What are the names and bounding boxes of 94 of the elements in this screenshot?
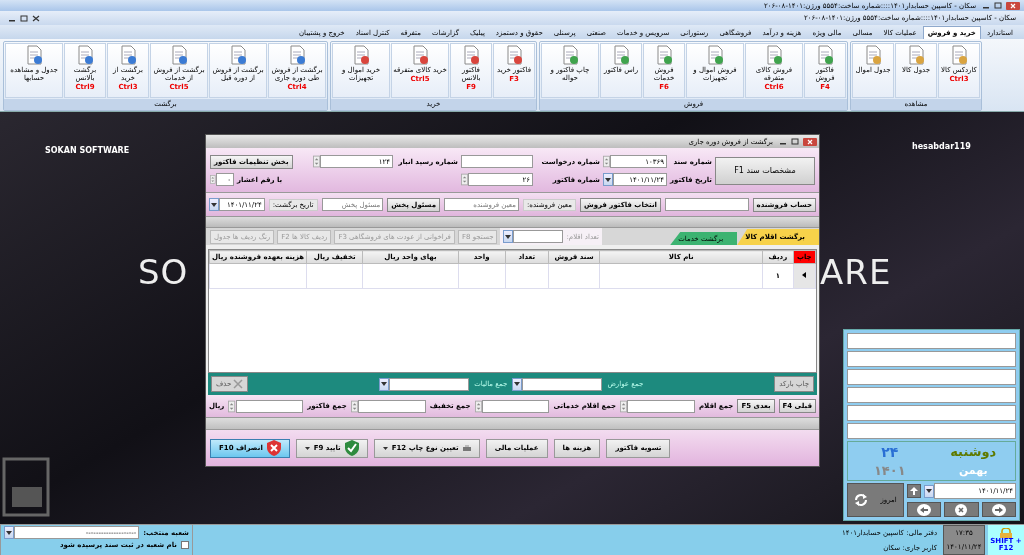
document-icon — [228, 45, 248, 65]
up-arrow-icon — [910, 487, 918, 495]
month-text: بهمن — [958, 464, 988, 478]
dropdown-button[interactable] — [603, 173, 613, 186]
total-field[interactable] — [481, 399, 550, 413]
spinner-icon — [228, 399, 236, 413]
maximize-icon — [994, 2, 1002, 9]
spinner-icon — [210, 173, 216, 186]
note-field[interactable] — [847, 351, 1016, 367]
document-icon — [815, 45, 835, 65]
document-icon — [906, 45, 926, 65]
dropdown-button[interactable] — [209, 198, 219, 211]
spinner-icon — [620, 399, 628, 413]
note-field[interactable] — [847, 369, 1016, 385]
document-icon — [169, 45, 189, 65]
note-field[interactable] — [847, 333, 1016, 349]
document-icon — [611, 45, 631, 65]
document-icon — [410, 45, 430, 65]
item-count-field[interactable] — [513, 230, 564, 243]
next-button[interactable] — [981, 502, 1016, 517]
caret-icon — [304, 446, 310, 450]
total-field[interactable] — [235, 399, 304, 413]
printer-icon — [462, 445, 471, 451]
dropdown-button[interactable] — [503, 230, 514, 243]
right-arrow-icon — [991, 503, 1006, 516]
dropdown-button[interactable] — [924, 484, 934, 498]
document-icon — [764, 45, 784, 65]
note-field[interactable] — [847, 423, 1016, 439]
document-icon — [461, 45, 481, 65]
dropdown-button[interactable] — [379, 377, 390, 391]
padlock-icon — [999, 528, 1013, 538]
year-text: ۱۴۰۱ — [873, 463, 906, 479]
document-icon — [118, 45, 138, 65]
left-arrow-icon — [917, 503, 932, 516]
request-number-field[interactable] — [461, 155, 533, 168]
shield-cross-icon — [266, 440, 281, 456]
table-cell — [505, 263, 549, 289]
note-field[interactable] — [847, 405, 1016, 421]
close-icon — [1006, 1, 1020, 10]
spinner-icon — [350, 399, 358, 413]
maximize-icon — [20, 14, 28, 22]
table-cell — [306, 263, 363, 289]
document-icon — [24, 45, 44, 65]
brand-text: SOKAN SOFTWARE — [45, 146, 130, 155]
user-name: hesabdar119 — [912, 142, 971, 151]
dropdown-button[interactable] — [512, 377, 523, 391]
checkbox[interactable] — [181, 541, 189, 549]
total-field[interactable] — [357, 399, 426, 413]
caret-icon — [382, 446, 388, 450]
caret-icon — [381, 382, 388, 386]
dropdown-button[interactable] — [4, 526, 15, 539]
caret-icon — [605, 177, 611, 182]
document-icon — [949, 45, 969, 65]
caret-icon — [6, 530, 13, 535]
spinner-icon — [603, 155, 611, 168]
caret-icon — [926, 489, 932, 493]
close-icon — [955, 503, 968, 516]
watermark-text: ARE — [820, 252, 892, 292]
document-icon — [75, 45, 95, 65]
close-icon — [32, 14, 40, 22]
document-icon — [654, 45, 674, 65]
tax-total-field[interactable] — [389, 377, 470, 391]
watermark-text: SO — [138, 252, 189, 292]
close-icon — [803, 137, 817, 146]
caret-icon — [211, 202, 217, 207]
document-icon — [351, 45, 371, 65]
weekday-text: دوشنبه — [950, 444, 997, 460]
refresh-icon — [854, 493, 869, 507]
logo-drawing — [2, 457, 50, 517]
spinner-icon — [461, 173, 469, 186]
up-button[interactable] — [907, 484, 921, 498]
note-field[interactable] — [847, 387, 1016, 403]
spinner-icon — [313, 155, 321, 168]
spinner-icon — [474, 399, 482, 413]
maximize-icon — [791, 138, 799, 145]
caret-icon — [505, 234, 512, 239]
document-icon — [863, 45, 883, 65]
previous-button[interactable] — [907, 502, 942, 517]
document-icon — [287, 45, 307, 65]
current-row-icon — [802, 272, 807, 278]
caret-icon — [514, 382, 521, 386]
day-text: ۲۴ — [881, 443, 899, 460]
seller-account-field[interactable] — [664, 198, 749, 211]
table-cell — [458, 263, 506, 289]
document-icon — [560, 45, 580, 65]
row-selector[interactable] — [793, 263, 816, 289]
total-field[interactable] — [627, 399, 695, 413]
charges-total-field[interactable] — [522, 377, 603, 391]
clear-button[interactable] — [944, 502, 979, 517]
document-icon — [705, 45, 725, 65]
document-details-button[interactable]: مشخصات سند F1 — [715, 156, 815, 185]
document-icon — [504, 45, 524, 65]
shield-check-icon — [344, 440, 359, 456]
table-cell — [548, 263, 600, 289]
